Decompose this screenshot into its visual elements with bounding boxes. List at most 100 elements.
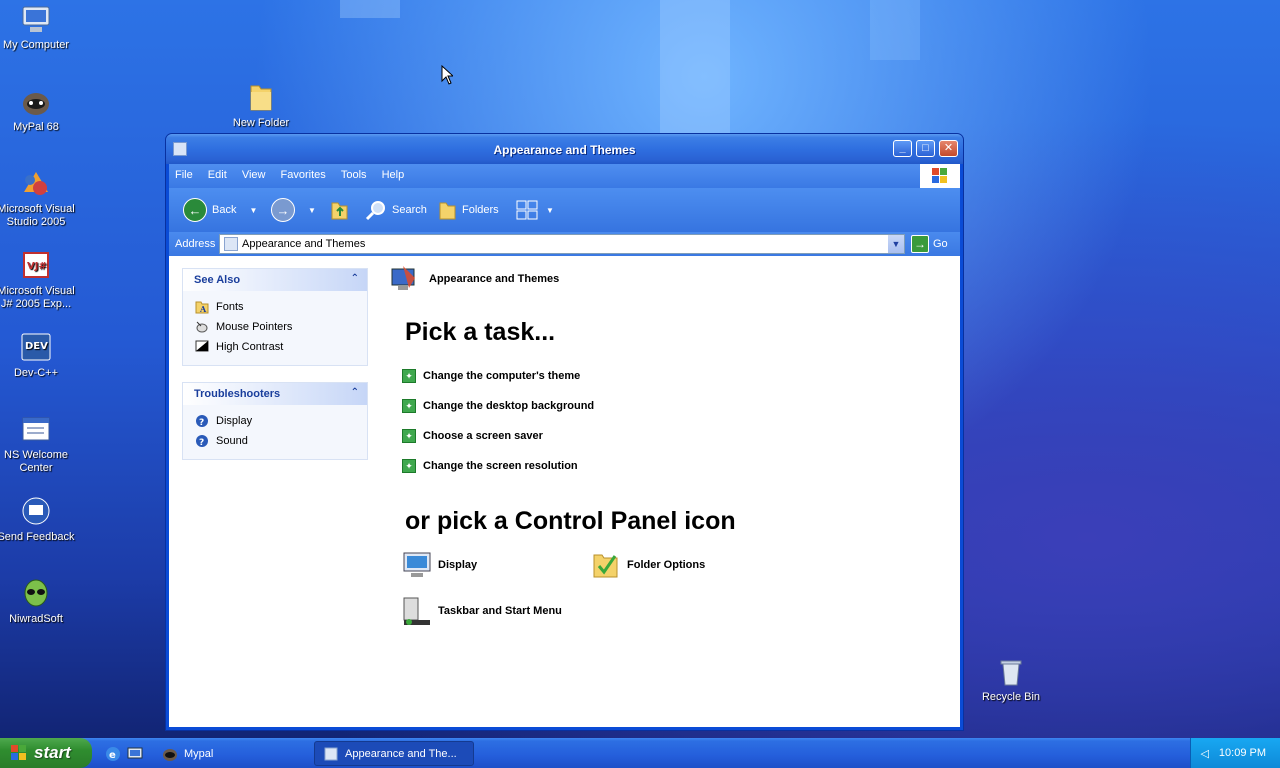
alien-icon bbox=[20, 578, 52, 610]
task-screen-resolution[interactable]: ✦ Change the screen resolution bbox=[402, 451, 950, 481]
dev-cpp-icon: DEV bbox=[20, 332, 52, 364]
address-input[interactable]: Appearance and Themes ▼ bbox=[219, 234, 905, 254]
collapse-icon[interactable]: ⌃ bbox=[351, 387, 359, 398]
chevron-down-icon[interactable]: ▼ bbox=[888, 235, 904, 253]
explorer-window: Appearance and Themes _ □ ✕ File Edit Vi… bbox=[165, 133, 964, 731]
clock[interactable]: 10:09 PM bbox=[1219, 747, 1266, 759]
toolbar: ← Back ▼ → ▼ Search Folders ▼ bbox=[169, 188, 960, 232]
desktop-icon-label: NS Welcome Center bbox=[4, 449, 68, 474]
desktop-icon-dev-cpp[interactable]: DEV Dev-C++ bbox=[0, 332, 76, 380]
svg-text:e: e bbox=[109, 750, 116, 761]
views-icon bbox=[516, 200, 538, 220]
show-desktop-icon bbox=[127, 747, 143, 758]
cp-display[interactable]: Display bbox=[402, 550, 477, 580]
search-button[interactable]: Search bbox=[365, 196, 427, 224]
collapse-icon[interactable]: ⌃ bbox=[351, 273, 359, 284]
taskbar-icon bbox=[402, 596, 432, 626]
desktop-icon-ns-welcome[interactable]: NS Welcome Center bbox=[0, 414, 76, 475]
desktop-icon-recycle-bin[interactable]: Recycle Bin bbox=[971, 656, 1051, 704]
folders-icon bbox=[439, 202, 456, 220]
taskbar-item-mypal[interactable]: Mypal bbox=[154, 741, 304, 766]
help-icon: ? bbox=[195, 414, 209, 428]
see-also-panel: See Also ⌃ A Fonts Mouse Pointers High C… bbox=[182, 268, 368, 366]
windows-logo-icon bbox=[920, 164, 960, 188]
control-panel-icons: Display Folder Options Taskbar and Start… bbox=[402, 550, 950, 650]
title-bar[interactable]: Appearance and Themes _ □ ✕ bbox=[166, 134, 963, 164]
troubleshooter-sound[interactable]: ? Sound bbox=[195, 431, 355, 451]
up-folder-button[interactable] bbox=[329, 196, 349, 224]
side-panel: See Also ⌃ A Fonts Mouse Pointers High C… bbox=[182, 268, 368, 476]
menu-favorites[interactable]: Favorites bbox=[275, 164, 332, 186]
quicklaunch-desktop[interactable] bbox=[124, 741, 144, 766]
desktop-icon-new-folder[interactable]: New Folder bbox=[221, 82, 301, 130]
window-title: Appearance and Themes bbox=[493, 143, 636, 157]
forward-arrow-icon: → bbox=[271, 198, 295, 222]
recycle-bin-icon bbox=[995, 656, 1027, 688]
svg-text:DEV: DEV bbox=[25, 341, 48, 352]
visual-j-icon: VJ# bbox=[20, 250, 52, 282]
troubleshooter-display[interactable]: ? Display bbox=[195, 411, 355, 431]
minimize-button[interactable]: _ bbox=[893, 140, 912, 157]
menu-help[interactable]: Help bbox=[376, 164, 411, 186]
desktop-icon-my-computer[interactable]: My Computer bbox=[0, 4, 76, 52]
pick-icon-heading: or pick a Control Panel icon bbox=[405, 507, 736, 535]
menu-edit[interactable]: Edit bbox=[202, 164, 233, 186]
start-button[interactable]: start bbox=[0, 738, 92, 768]
visual-studio-icon bbox=[20, 168, 52, 200]
desktop-icon-label: My Computer bbox=[2, 39, 70, 51]
back-arrow-icon: ← bbox=[183, 198, 207, 222]
desktop-icon-label: Recycle Bin bbox=[981, 691, 1041, 703]
quicklaunch-ie[interactable]: e bbox=[102, 741, 122, 766]
task-bullet-icon: ✦ bbox=[402, 429, 416, 443]
pick-task-heading: Pick a task... bbox=[405, 318, 556, 346]
display-icon bbox=[402, 550, 432, 580]
windows-logo-icon bbox=[11, 745, 26, 760]
chevron-down-icon[interactable]: ▼ bbox=[308, 206, 316, 215]
desktop-icon-niwradsoft[interactable]: NiwradSoft bbox=[0, 578, 76, 626]
cp-folder-options[interactable]: Folder Options bbox=[591, 550, 705, 580]
desktop-icon-send-feedback[interactable]: Send Feedback bbox=[0, 496, 76, 544]
chevron-down-icon[interactable]: ▼ bbox=[249, 206, 257, 215]
see-also-fonts[interactable]: A Fonts bbox=[195, 297, 355, 317]
task-screen-saver[interactable]: ✦ Choose a screen saver bbox=[402, 421, 950, 451]
troubleshooters-header[interactable]: Troubleshooters ⌃ bbox=[183, 383, 367, 405]
cp-taskbar-start-menu[interactable]: Taskbar and Start Menu bbox=[402, 596, 562, 626]
internet-explorer-icon: e bbox=[106, 746, 120, 761]
menu-tools[interactable]: Tools bbox=[335, 164, 373, 186]
content-area: See Also ⌃ A Fonts Mouse Pointers High C… bbox=[169, 256, 960, 727]
desktop-icon-visual-studio[interactable]: Microsoft Visual Studio 2005 bbox=[0, 168, 76, 229]
taskbar-item-appearance[interactable]: Appearance and The... bbox=[314, 741, 474, 766]
folders-button[interactable]: Folders bbox=[437, 196, 499, 224]
folder-options-icon bbox=[591, 550, 621, 580]
task-change-background[interactable]: ✦ Change the desktop background bbox=[402, 391, 950, 421]
maximize-button[interactable]: □ bbox=[916, 140, 935, 157]
menu-view[interactable]: View bbox=[236, 164, 272, 186]
desktop-icon-label: MyPal 68 bbox=[13, 121, 59, 133]
close-button[interactable]: ✕ bbox=[939, 140, 958, 157]
see-also-mouse-pointers[interactable]: Mouse Pointers bbox=[195, 317, 355, 337]
forward-button[interactable]: → ▼ bbox=[271, 196, 316, 224]
control-panel-icon bbox=[324, 747, 338, 760]
see-also-high-contrast[interactable]: High Contrast bbox=[195, 337, 355, 357]
desktop-icon-mypal[interactable]: MyPal 68 bbox=[0, 86, 76, 134]
feedback-icon bbox=[20, 496, 52, 528]
address-label: Address bbox=[175, 238, 216, 250]
task-bullet-icon: ✦ bbox=[402, 459, 416, 473]
up-folder-icon bbox=[331, 202, 348, 220]
fonts-icon: A bbox=[195, 300, 209, 314]
taskbar: start e Mypal Appearance and The... ◁ 10… bbox=[0, 738, 1280, 768]
desktop-icon-label: New Folder bbox=[232, 117, 290, 129]
see-also-header[interactable]: See Also ⌃ bbox=[183, 269, 367, 291]
desktop-icon-visual-j[interactable]: VJ# Microsoft Visual J# 2005 Exp... bbox=[0, 250, 76, 311]
go-button[interactable]: → Go bbox=[911, 235, 948, 253]
desktop-icon-label: Dev-C++ bbox=[13, 367, 59, 379]
desktop-icon-label: Microsoft Visual J# 2005 Exp... bbox=[0, 285, 75, 310]
volume-icon[interactable]: ◁ bbox=[1200, 747, 1208, 760]
desktop-icon-label: NiwradSoft bbox=[9, 613, 63, 625]
chevron-down-icon[interactable]: ▼ bbox=[546, 206, 554, 215]
menu-file[interactable]: File bbox=[169, 164, 199, 186]
views-button[interactable]: ▼ bbox=[515, 196, 554, 224]
search-icon bbox=[365, 201, 385, 221]
back-button[interactable]: ← Back ▼ bbox=[183, 196, 257, 224]
task-change-theme[interactable]: ✦ Change the computer's theme bbox=[402, 361, 950, 391]
